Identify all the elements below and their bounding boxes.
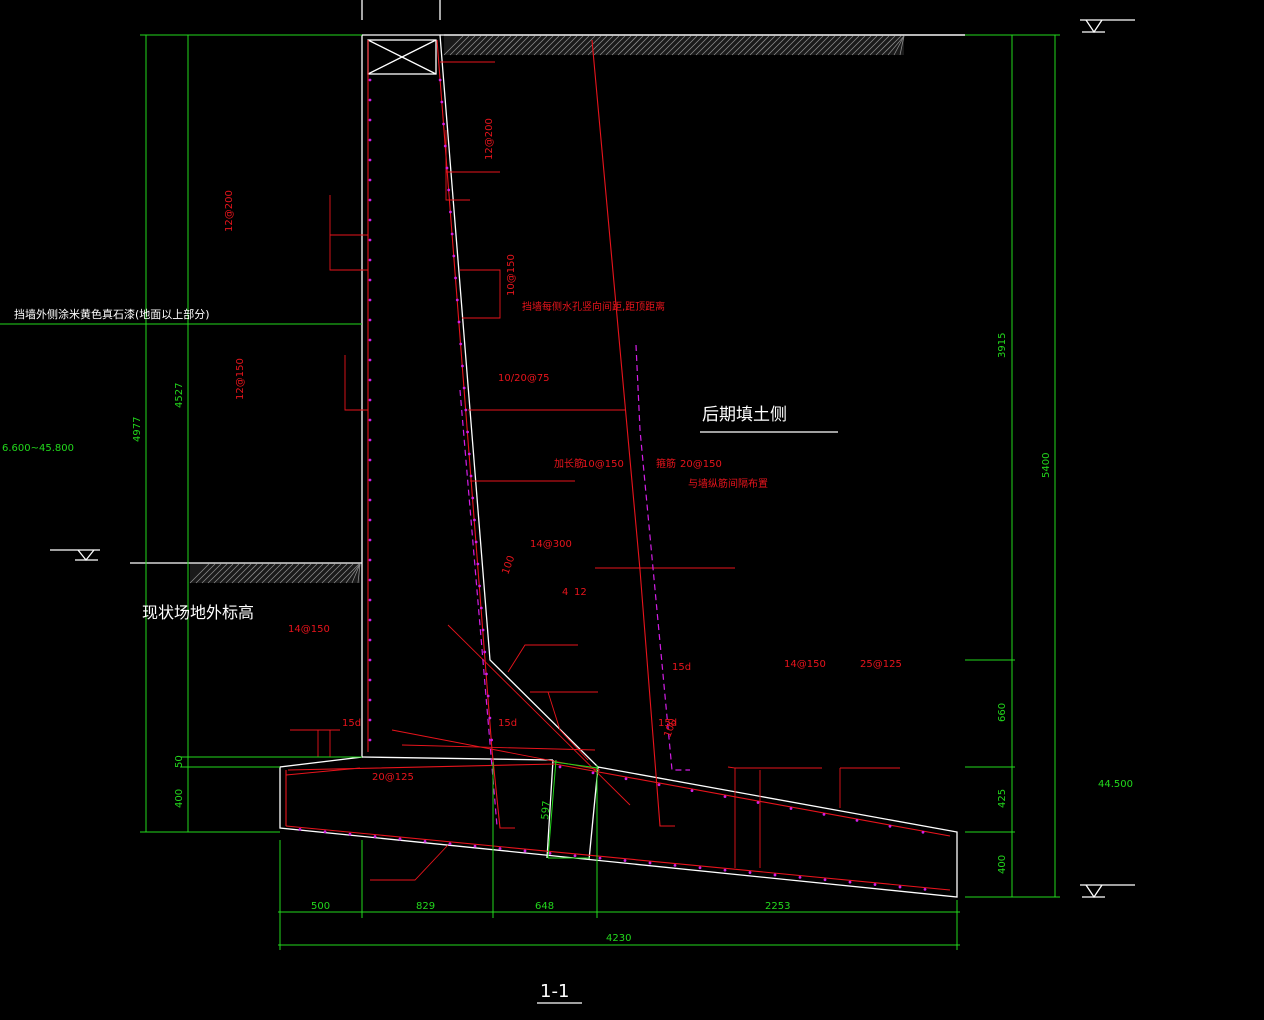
rebar-label-20at125: 20@125: [372, 772, 414, 783]
rebar-label-12at200-front: 12@200: [224, 190, 235, 232]
dimension-annotations: 4977 4527 50 400 3915 5400 660 425 400 5…: [132, 333, 1052, 944]
stirrup-lines: [298, 78, 927, 891]
rebar-label-14at300: 14@300: [530, 539, 572, 550]
dim-bottom-829: 829: [416, 901, 435, 912]
dim-right-425: 425: [997, 789, 1008, 808]
facing-note: 挡墙外侧涂米黄色真石漆(地面以上部分): [14, 307, 210, 321]
dim-right-660: 660: [997, 703, 1008, 722]
rebar-label-20at150: 20@150: [680, 459, 722, 470]
elevation-left: 6.600~45.800: [2, 443, 74, 454]
dim-bottom-2253: 2253: [765, 901, 790, 912]
rebar-label-15d-c: 15d: [498, 718, 517, 729]
elevation-right: 44.500: [1098, 779, 1133, 790]
ground-hatch-top: [443, 34, 965, 56]
existing-grade-label: 现状场地外标高: [142, 603, 254, 622]
wall-outline: [279, 0, 965, 898]
dim-key-597: 597: [540, 800, 553, 820]
drawing-labels: 后期填土侧 现状场地外标高 挡墙外侧涂米黄色真石漆(地面以上部分) 1-1 6.…: [2, 307, 1133, 1002]
rebar-label-15d-a: 15d: [672, 662, 691, 673]
dim-bottom-648: 648: [535, 901, 554, 912]
rebar-label-12at150: 12@150: [235, 358, 246, 400]
rebar-label-14at150-left: 14@150: [288, 624, 330, 635]
rebar-annotations: 12@200 12@200 10@150 挡墙每侧水孔竖向间距,距顶距离 10/…: [224, 118, 902, 783]
dim-right-total: 5400: [1041, 453, 1052, 478]
dim-left-50: 50: [174, 755, 185, 768]
rebar-label-12: 12: [574, 587, 587, 598]
ground-hatch-bottom: [130, 562, 362, 584]
rebar-label-15d-b: 15d: [342, 718, 361, 729]
rebar-label-12at200-back: 12@200: [484, 118, 495, 160]
rebar-label-10at150: 10@150: [506, 254, 517, 296]
rebar-label-100-a: 100: [500, 554, 517, 576]
rebar-label-10at150-b: 10@150: [582, 459, 624, 470]
rebar-label-extended-bar: 加长筋: [554, 457, 584, 470]
dim-left-total: 4977: [132, 417, 143, 442]
rebar-label-weep-hole-note: 挡墙每侧水孔竖向间距,距顶距离: [522, 300, 665, 313]
dim-left-wall: 4527: [174, 383, 185, 408]
dim-right-400: 400: [997, 855, 1008, 874]
dim-bottom-total: 4230: [606, 933, 631, 944]
rebar-label-4: 4: [562, 587, 568, 598]
dim-bottom-500: 500: [311, 901, 330, 912]
dim-left-400: 400: [174, 789, 185, 808]
retaining-wall-section-drawing: 后期填土侧 现状场地外标高 挡墙外侧涂米黄色真石漆(地面以上部分) 1-1 6.…: [0, 0, 1135, 1004]
dimension-lines: [0, 19, 1135, 1004]
rebar-label-stirrup: 箍筋: [656, 457, 676, 470]
rebar-label-14at150-right: 14@150: [784, 659, 826, 670]
rebar-label-25at125: 25@125: [860, 659, 902, 670]
fill-side-label: 后期填土侧: [702, 405, 787, 425]
section-title: 1-1: [540, 981, 569, 1002]
dim-right-upper: 3915: [997, 333, 1008, 358]
rebar-label-alternate-note: 与墙纵筋间隔布置: [688, 477, 768, 490]
rebar-label-10-20at75: 10/20@75: [498, 373, 550, 384]
